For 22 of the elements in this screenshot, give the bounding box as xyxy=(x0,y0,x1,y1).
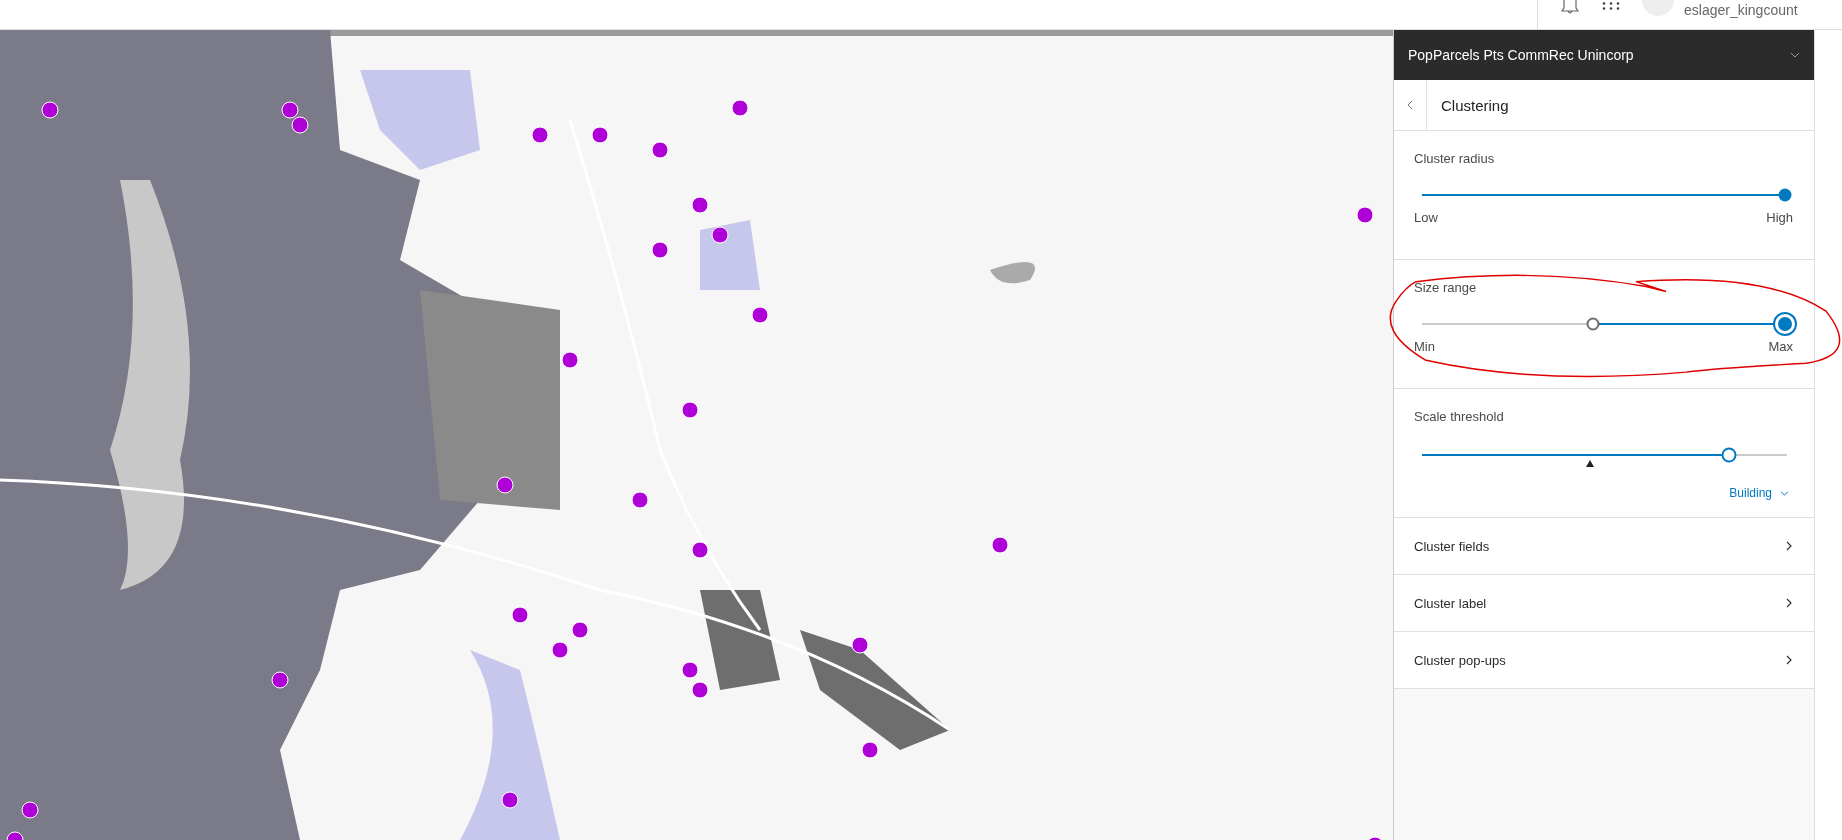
chevron-left-icon xyxy=(1407,100,1413,110)
slider-thumb[interactable] xyxy=(1586,317,1600,331)
chevron-down-icon[interactable] xyxy=(1790,52,1800,58)
min-label: Min xyxy=(1414,339,1435,354)
slider-thumb[interactable] xyxy=(1721,447,1737,463)
chevron-down-icon xyxy=(1780,490,1789,496)
slider-thumb[interactable] xyxy=(1778,188,1792,202)
apps-grid-icon[interactable] xyxy=(1602,2,1620,10)
slider-label: Cluster radius xyxy=(1414,151,1496,166)
page-title: Clustering xyxy=(1441,96,1509,114)
username[interactable]: eslager_kingcount xyxy=(1684,2,1798,18)
min-label: Low xyxy=(1414,210,1438,225)
chevron-right-icon xyxy=(1786,541,1792,551)
max-label: Max xyxy=(1768,339,1793,354)
slider-label: Size range xyxy=(1414,280,1478,295)
scale-dropdown[interactable]: Building xyxy=(1725,486,1793,500)
max-label: High xyxy=(1766,210,1793,225)
bell-icon[interactable] xyxy=(1560,0,1580,14)
slider-label: Scale threshold xyxy=(1414,409,1505,424)
chevron-right-icon xyxy=(1786,598,1792,608)
layer-title: PopParcels Pts CommRec Unincorp xyxy=(1408,47,1634,63)
chevron-right-icon xyxy=(1786,655,1792,665)
